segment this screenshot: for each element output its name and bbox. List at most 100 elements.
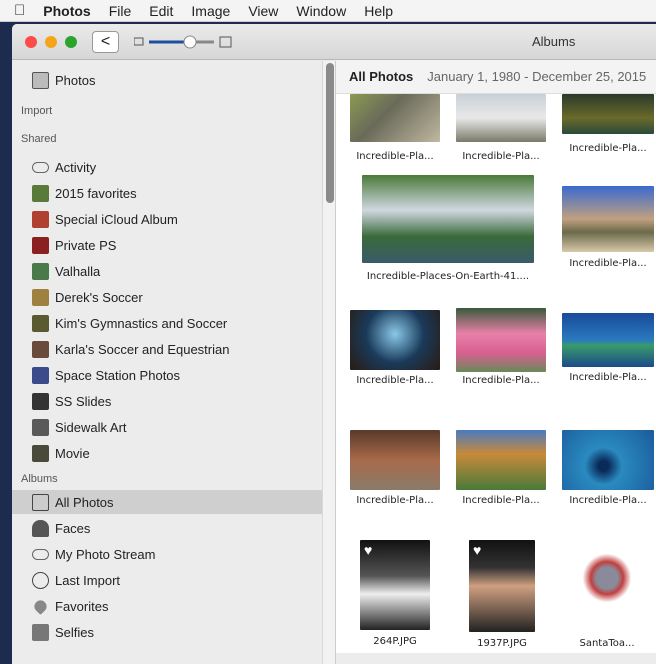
album-thumbnail-icon	[32, 210, 49, 228]
sidebar-item-shared-album[interactable]: Movie	[32, 441, 322, 465]
album-thumbnail-icon	[32, 444, 49, 462]
menu-view[interactable]: View	[239, 3, 287, 19]
photo-thumbnail[interactable]	[456, 430, 546, 490]
sidebar-item-shared-album[interactable]: Space Station Photos	[32, 363, 322, 387]
date-range: January 1, 1980 - December 25, 2015	[427, 69, 647, 84]
photo-tile[interactable]: Incredible-Pla...	[562, 313, 654, 383]
sidebar-item-label: Space Station Photos	[55, 367, 181, 383]
photo-thumbnail[interactable]	[562, 186, 654, 252]
sidebar-item-label: All Photos	[55, 494, 114, 510]
photo-thumbnail[interactable]	[362, 175, 534, 263]
photo-filename: SantaToa...	[579, 638, 635, 649]
photo-filename: Incredible-Pla...	[569, 495, 647, 506]
sidebar-item-album[interactable]: Favorites	[32, 594, 322, 618]
photo-tile[interactable]: Incredible-Places-On-Earth-41....	[362, 175, 534, 282]
sidebar-item-label: Special iCloud Album	[55, 211, 178, 227]
photo-tile[interactable]: ♥ 264P.JPG	[360, 540, 430, 647]
sidebar-item-label: SS Slides	[55, 393, 112, 409]
sidebar-item-label: Favorites	[55, 598, 109, 614]
photo-tile[interactable]: Incredible-Pla...	[456, 94, 546, 162]
photo-tile[interactable]: ♥ 1937P.JPG	[469, 540, 535, 649]
menu-bar:  Photos File Edit Image View Window Hel…	[0, 0, 656, 22]
scrollbar-thumb[interactable]	[326, 63, 334, 203]
photo-tile[interactable]: Incredible-Pla...	[350, 430, 440, 506]
menu-help[interactable]: Help	[355, 3, 402, 19]
sidebar-item-album[interactable]: Last Import	[32, 568, 322, 592]
sidebar: Photos Import Shared Activity 2015 favori…	[12, 61, 322, 664]
photo-thumbnail[interactable]	[350, 94, 440, 142]
sidebar-item-label: Sidewalk Art	[55, 419, 127, 435]
photo-thumbnail[interactable]	[562, 94, 654, 134]
favorite-heart-icon: ♥	[364, 542, 373, 558]
sidebar-item-label: Kim's Gymnastics and Soccer	[55, 315, 228, 331]
sidebar-item-album[interactable]: My Photo Stream	[32, 542, 322, 566]
photo-thumbnail[interactable]	[350, 310, 440, 370]
menu-image[interactable]: Image	[182, 3, 239, 19]
photo-tile[interactable]: Incredible-Pla...	[562, 430, 654, 506]
sidebar-item-album[interactable]: Selfies	[32, 620, 322, 644]
photo-thumbnail[interactable]	[456, 308, 546, 372]
photo-thumbnail[interactable]	[456, 94, 546, 142]
small-photo-icon	[134, 37, 144, 46]
sidebar-item-shared-album[interactable]: Private PS	[32, 233, 322, 257]
zoom-button[interactable]	[65, 36, 77, 48]
photo-tile[interactable]: Incredible-Pla...	[562, 186, 654, 269]
minimize-button[interactable]	[45, 36, 57, 48]
menu-photos[interactable]: Photos	[34, 3, 99, 19]
sidebar-item-shared-album[interactable]: 2015 favorites	[32, 181, 322, 205]
sidebar-item-photos[interactable]: Photos	[32, 68, 322, 92]
sidebar-item-shared-album[interactable]: Special iCloud Album	[32, 207, 322, 231]
photos-icon	[32, 493, 49, 511]
back-button[interactable]: <	[92, 31, 119, 53]
sidebar-item-label: My Photo Stream	[55, 546, 156, 562]
menu-edit[interactable]: Edit	[140, 3, 182, 19]
album-thumbnail-icon	[32, 184, 49, 202]
photo-tile[interactable]: Incredible-Pla...	[350, 310, 440, 386]
sidebar-item-shared-album[interactable]: Sidewalk Art	[32, 415, 322, 439]
menu-window[interactable]: Window	[287, 3, 355, 19]
album-thumbnail-icon	[32, 288, 49, 306]
album-thumbnail-icon	[32, 340, 49, 358]
sidebar-item-shared-album[interactable]: SS Slides	[32, 389, 322, 413]
photo-thumbnail[interactable]	[562, 430, 654, 490]
title-bar: < Albums	[12, 24, 656, 60]
sidebar-item-label: Movie	[55, 445, 90, 461]
photo-thumbnail[interactable]	[350, 430, 440, 490]
section-shared: Shared	[21, 133, 57, 145]
photo-tile[interactable]: SantaToa...	[572, 540, 642, 649]
album-thumbnail-icon	[32, 392, 49, 410]
sidebar-item-album[interactable]: All Photos	[12, 490, 322, 514]
photo-filename: Incredible-Pla...	[569, 372, 647, 383]
sidebar-item-shared-album[interactable]: Kim's Gymnastics and Soccer	[32, 311, 322, 335]
sidebar-item-label: Private PS	[55, 237, 117, 253]
photo-filename: 264P.JPG	[373, 636, 417, 647]
section-import[interactable]: Import	[21, 105, 52, 117]
cloud-icon	[32, 548, 49, 560]
sidebar-item-shared-album[interactable]: Karla's Soccer and Equestrian	[32, 337, 322, 361]
photo-tile[interactable]: Incredible-Pla...	[456, 430, 546, 506]
favorite-heart-icon: ♥	[473, 542, 482, 558]
close-button[interactable]	[25, 36, 37, 48]
thumbnail-size-slider[interactable]	[134, 34, 244, 50]
apple-menu-icon[interactable]: 	[0, 2, 34, 19]
large-photo-icon	[219, 36, 232, 48]
photo-thumbnail[interactable]	[562, 313, 654, 367]
sidebar-item-shared-album[interactable]: Valhalla	[32, 259, 322, 283]
window-title: Albums	[532, 34, 576, 49]
slider-knob	[183, 35, 197, 49]
photo-thumbnail[interactable]	[572, 546, 642, 638]
photo-tile[interactable]: Incredible-Pla...	[350, 94, 440, 162]
faces-icon	[32, 519, 49, 537]
sidebar-item-label: Last Import	[55, 572, 121, 588]
sidebar-item-shared-album[interactable]: Activity	[32, 155, 322, 179]
photo-tile[interactable]: Incredible-Pla...	[562, 94, 654, 154]
clock-icon	[32, 571, 49, 589]
photo-tile[interactable]: Incredible-Pla...	[456, 308, 546, 386]
menu-file[interactable]: File	[100, 3, 141, 19]
content-header: All Photos January 1, 1980 - December 25…	[336, 60, 656, 94]
album-thumbnail-icon	[32, 262, 49, 280]
sidebar-item-album[interactable]: Faces	[32, 516, 322, 540]
sidebar-item-shared-album[interactable]: Derek's Soccer	[32, 285, 322, 309]
sidebar-item-label: Valhalla	[55, 263, 101, 279]
heart-icon	[32, 597, 49, 615]
